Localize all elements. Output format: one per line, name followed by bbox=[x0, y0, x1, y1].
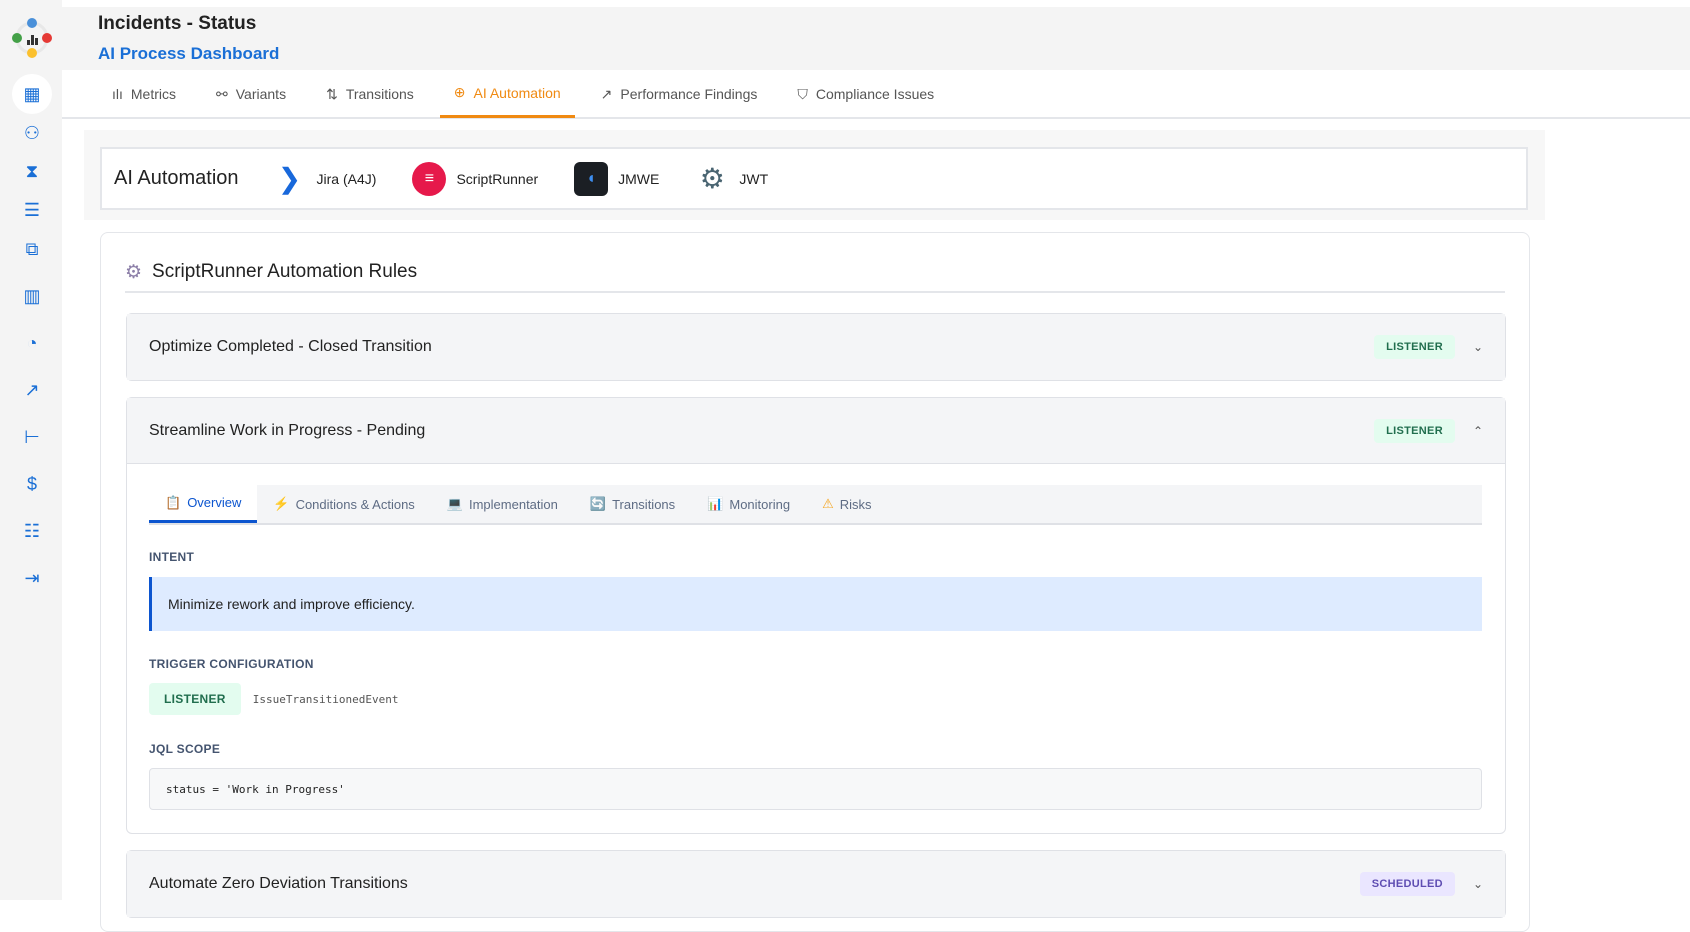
status-badge: LISTENER bbox=[1374, 335, 1455, 359]
trend-icon[interactable]: ↗ bbox=[12, 370, 52, 410]
automation-tools-card: AI Automation ❯ Jira (A4J) ≡ ScriptRunner … bbox=[100, 147, 1528, 210]
rule-item: Optimize Completed - Closed Transition LI… bbox=[126, 313, 1506, 381]
warning-icon: ⚠ bbox=[822, 496, 834, 511]
flow-icon[interactable]: ⧉ bbox=[12, 229, 52, 269]
transitions-icon: ⇅ bbox=[326, 85, 338, 102]
subtab-overview[interactable]: 📋 Overview bbox=[149, 485, 258, 523]
tool-label: ScriptRunner bbox=[456, 170, 539, 187]
tool-jmwe[interactable]: ◖ JMWE bbox=[574, 161, 660, 196]
sidebar: ▦ ⚇ ⧗ ☰ ⧉ ▥ ◔ ↗ ⊢ $ ☷ ⇥ bbox=[0, 0, 62, 900]
automation-title: AI Automation bbox=[114, 167, 239, 189]
subtab-label: Risks bbox=[839, 496, 872, 512]
page-header: Incidents - Status AI Process Dashboard bbox=[62, 7, 1690, 70]
page-title: Incidents - Status bbox=[98, 13, 257, 34]
tab-metrics[interactable]: ılı Metrics bbox=[98, 70, 190, 118]
chart-icon: 📊 bbox=[707, 496, 724, 511]
trigger-event: IssueTransitionedEvent bbox=[252, 692, 399, 706]
jql-code-box: status = 'Work in Progress' bbox=[149, 768, 1482, 810]
gears-icon: ⚙ bbox=[699, 163, 725, 194]
tool-label: JWT bbox=[739, 170, 769, 187]
tool-jwt[interactable]: ⚙ JWT bbox=[695, 162, 768, 196]
status-badge: SCHEDULED bbox=[1359, 872, 1455, 896]
pie-chart-icon[interactable]: ◔ bbox=[12, 323, 52, 363]
tab-variants[interactable]: ⚯ Variants bbox=[202, 70, 300, 118]
trend-icon: ↗ bbox=[600, 85, 613, 102]
trigger-label: TRIGGER CONFIGURATION bbox=[149, 657, 314, 671]
subtab-label: Overview bbox=[187, 495, 242, 510]
chevron-up-icon[interactable]: ⌃ bbox=[1473, 424, 1483, 438]
subtab-label: Monitoring bbox=[729, 496, 791, 512]
app-logo bbox=[12, 18, 52, 58]
list-icon[interactable]: ☷ bbox=[12, 511, 52, 551]
jmwe-icon: ◖ bbox=[574, 161, 609, 196]
rule-header[interactable]: Optimize Completed - Closed Transition LI… bbox=[127, 314, 1505, 380]
jira-icon: ❯ bbox=[277, 163, 302, 194]
tool-scriptrunner[interactable]: ≡ ScriptRunner bbox=[412, 161, 539, 196]
tab-label: Variants bbox=[235, 86, 287, 102]
hierarchy-icon[interactable]: ⚇ bbox=[12, 113, 52, 153]
subtab-monitoring[interactable]: 📊 Monitoring bbox=[691, 485, 806, 523]
rule-subtabs: 📋 Overview ⚡ Conditions & Actions 💻 Impleme… bbox=[149, 485, 1482, 525]
subtab-label: Transitions bbox=[612, 496, 676, 512]
tab-label: Transitions bbox=[345, 86, 414, 102]
tab-transitions[interactable]: ⇅ Transitions bbox=[312, 70, 428, 118]
tab-label: Metrics bbox=[130, 86, 177, 102]
tool-label: JMWE bbox=[618, 170, 660, 187]
rules-card: ⚙ ScriptRunner Automation Rules Optimize … bbox=[100, 232, 1530, 932]
tool-jira[interactable]: ❯ Jira (A4J) bbox=[273, 162, 377, 196]
rules-header: ⚙ ScriptRunner Automation Rules bbox=[125, 253, 1505, 293]
scriptrunner-icon: ≡ bbox=[412, 161, 447, 196]
computer-icon: 💻 bbox=[446, 496, 463, 511]
subtab-implementation[interactable]: 💻 Implementation bbox=[431, 485, 574, 523]
rule-header[interactable]: Automate Zero Deviation Transitions SCHED… bbox=[127, 851, 1505, 917]
rule-item: Automate Zero Deviation Transitions SCHED… bbox=[126, 850, 1506, 918]
gear-icon: ⚙ bbox=[125, 261, 143, 283]
bar-chart-icon: ılı bbox=[112, 86, 123, 102]
rule-name: Optimize Completed - Closed Transition bbox=[149, 338, 432, 355]
rule-header[interactable]: Streamline Work in Progress - Pending LIS… bbox=[127, 398, 1505, 464]
checklist-icon[interactable]: ☰ bbox=[12, 190, 52, 230]
jql-label: JQL SCOPE bbox=[149, 742, 221, 756]
tab-label: Compliance Issues bbox=[815, 86, 935, 102]
rule-name: Streamline Work in Progress - Pending bbox=[149, 421, 426, 439]
tab-performance-findings[interactable]: ↗ Performance Findings bbox=[587, 70, 772, 118]
page-subtitle[interactable]: AI Process Dashboard bbox=[98, 44, 279, 64]
main-tabs: ılı Metrics ⚯ Variants ⇅ Transitions ⊕ AI Au… bbox=[62, 70, 1690, 119]
intent-label: INTENT bbox=[149, 550, 195, 564]
shield-icon: ⛉ bbox=[797, 85, 808, 102]
brain-icon: ⊕ bbox=[453, 84, 466, 100]
subtab-conditions-actions[interactable]: ⚡ Conditions & Actions bbox=[257, 485, 430, 523]
rule-item-expanded: Streamline Work in Progress - Pending LIS… bbox=[126, 397, 1506, 834]
status-badge: LISTENER bbox=[1374, 418, 1455, 443]
tab-label: Performance Findings bbox=[620, 86, 758, 102]
variants-icon: ⚯ bbox=[216, 85, 228, 102]
exit-icon[interactable]: ⇥ bbox=[12, 558, 52, 598]
hourglass-icon[interactable]: ⧗ bbox=[12, 151, 52, 191]
trigger-config: LISTENER IssueTransitionedEvent bbox=[149, 683, 398, 715]
chevron-down-icon[interactable]: ⌄ bbox=[1473, 340, 1483, 354]
intent-box: Minimize rework and improve efficiency. bbox=[149, 577, 1482, 631]
chevron-down-icon[interactable]: ⌄ bbox=[1473, 877, 1483, 891]
tree-icon[interactable]: ⊢ bbox=[12, 417, 52, 457]
report-icon[interactable]: ▥ bbox=[12, 276, 52, 316]
tab-compliance-issues[interactable]: ⛉ Compliance Issues bbox=[783, 70, 948, 118]
clipboard-icon: 📋 bbox=[165, 494, 182, 510]
dashboard-icon[interactable]: ▦ bbox=[12, 74, 52, 114]
refresh-icon: 🔄 bbox=[589, 496, 607, 511]
subtab-label: Implementation bbox=[468, 496, 558, 512]
tab-label: AI Automation bbox=[473, 84, 561, 101]
rules-title: ScriptRunner Automation Rules bbox=[152, 261, 418, 282]
dollar-icon[interactable]: $ bbox=[12, 464, 52, 504]
subtab-transitions[interactable]: 🔄 Transitions bbox=[574, 485, 691, 523]
lightning-icon: ⚡ bbox=[273, 496, 290, 511]
subtab-risks[interactable]: ⚠ Risks bbox=[806, 485, 887, 523]
jql-query: status = 'Work in Progress' bbox=[166, 782, 345, 796]
trigger-type-badge: LISTENER bbox=[149, 683, 241, 715]
subtab-label: Conditions & Actions bbox=[295, 496, 415, 512]
tool-label: Jira (A4J) bbox=[316, 170, 377, 187]
rule-name: Automate Zero Deviation Transitions bbox=[149, 875, 408, 892]
tab-ai-automation[interactable]: ⊕ AI Automation bbox=[439, 70, 575, 118]
